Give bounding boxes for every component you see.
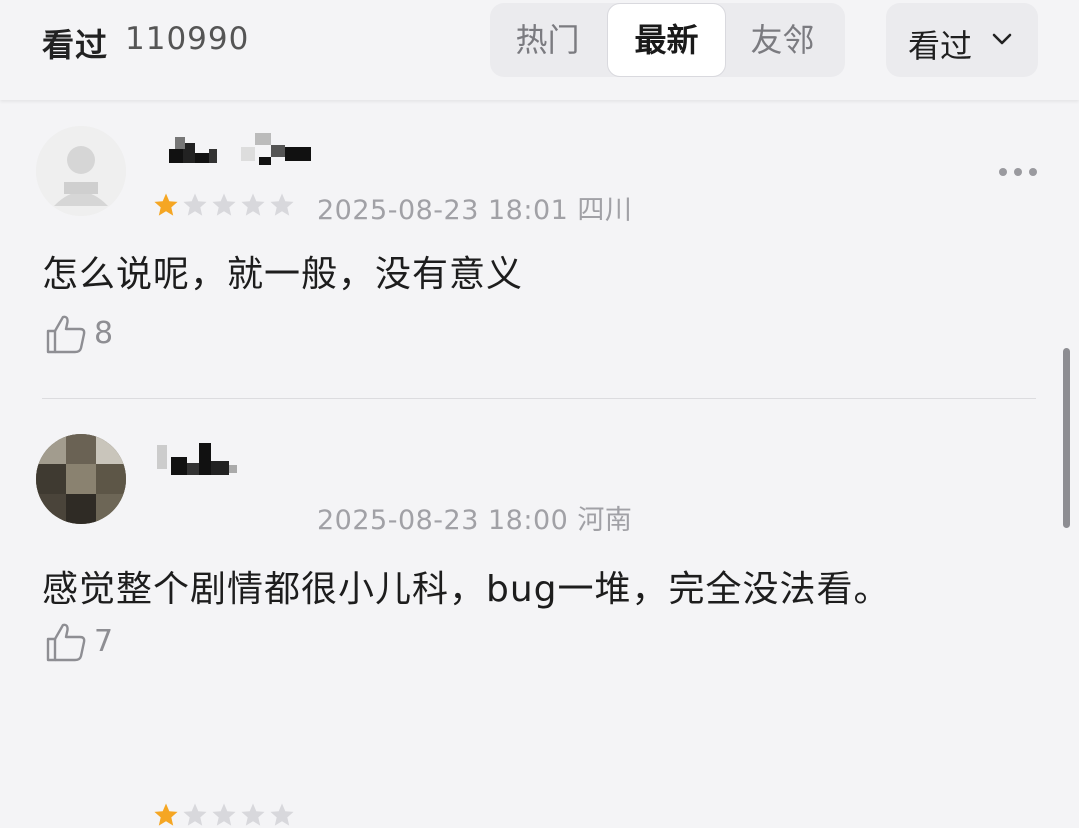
review-timestamp: 2025-08-23 18:00 (317, 505, 569, 536)
username-pixelated[interactable] (155, 437, 335, 483)
avatar[interactable] (36, 126, 126, 216)
tab-hot[interactable]: 热门 (490, 3, 605, 77)
star-filled-icon (154, 193, 178, 216)
star-empty-icon (241, 193, 265, 216)
review-divider (42, 398, 1036, 399)
star-empty-icon (183, 803, 207, 826)
star-empty-icon (270, 193, 294, 216)
scrollbar[interactable] (1063, 348, 1070, 528)
filter-label: 看过 (908, 27, 973, 65)
star-empty-icon (212, 803, 236, 826)
redacted-username-icon (157, 443, 237, 475)
header-bar: 看过 110990 热门 最新 友邻 看过 (0, 0, 1079, 100)
avatar[interactable] (36, 434, 126, 524)
tab-friends[interactable]: 友邻 (725, 3, 840, 77)
sort-tabs: 热门 最新 友邻 (490, 3, 845, 77)
review-meta: 2025-08-23 18:00 河南 (317, 498, 632, 537)
star-empty-icon (241, 803, 265, 826)
more-horizontal-icon[interactable] (996, 162, 1040, 182)
username-pixelated[interactable] (155, 127, 335, 173)
rating-stars (153, 802, 303, 828)
chevron-down-icon (992, 33, 1012, 45)
like-count: 7 (94, 624, 114, 659)
tab-latest[interactable]: 最新 (607, 3, 726, 77)
watched-count: 110990 (125, 21, 250, 57)
like-count: 8 (94, 316, 114, 351)
review-timestamp: 2025-08-23 18:01 (317, 195, 569, 226)
watched-title: 看过 (42, 26, 109, 64)
star-empty-icon (212, 193, 236, 216)
star-filled-icon (154, 803, 178, 826)
review-location: 河南 (577, 505, 633, 536)
thumbs-up-icon (46, 315, 86, 354)
review-text: 感觉整个剧情都很小儿科，bug一堆，完全没法看。 (42, 569, 891, 610)
review-meta: 2025-08-23 18:01 四川 (317, 188, 632, 227)
default-avatar-icon (36, 126, 126, 216)
rating-stars (153, 192, 303, 218)
redacted-username-icon (169, 133, 311, 165)
thumbs-up-icon (46, 623, 86, 662)
review-location: 四川 (577, 195, 633, 226)
filter-dropdown[interactable]: 看过 (886, 3, 1038, 77)
user-photo-icon (36, 434, 126, 524)
star-empty-icon (270, 803, 294, 826)
review-text: 怎么说呢，就一般，没有意义 (42, 254, 524, 295)
star-empty-icon (183, 193, 207, 216)
